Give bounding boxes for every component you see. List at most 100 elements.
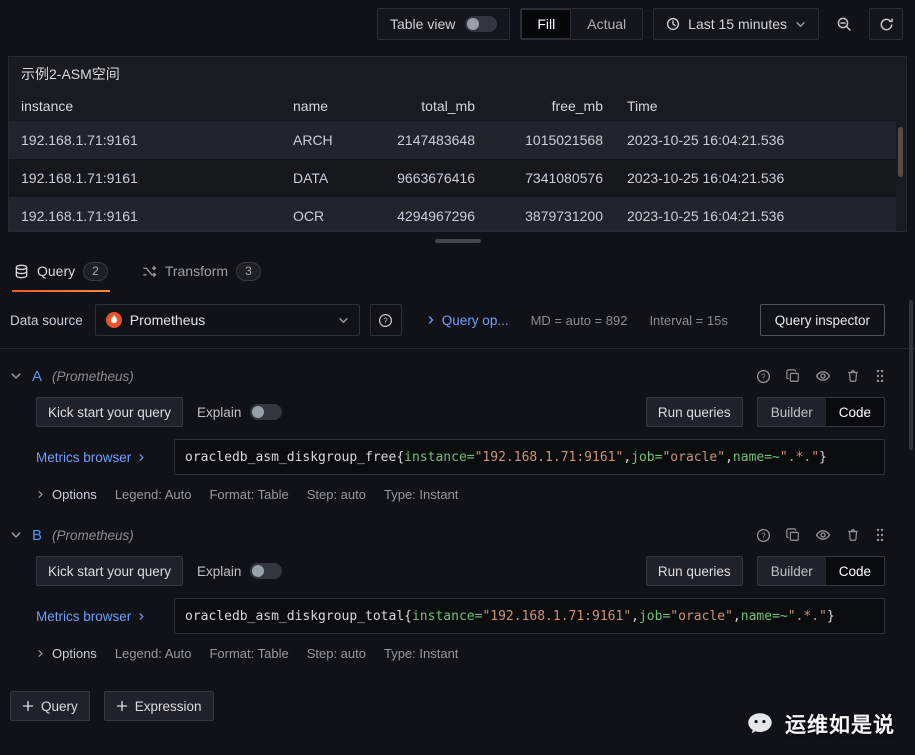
explain-toggle[interactable] (250, 563, 283, 579)
duplicate-icon[interactable] (786, 528, 800, 542)
tab-query[interactable]: Query 2 (12, 250, 110, 292)
metrics-browser-link[interactable]: Metrics browser (36, 450, 166, 465)
time-range-picker[interactable]: Last 15 minutes (653, 8, 819, 40)
col-header-free-mb[interactable]: free_mb (487, 91, 615, 121)
chevron-right-icon (36, 649, 45, 658)
format-summary: Format: Table (209, 487, 289, 502)
trash-icon[interactable] (846, 528, 860, 542)
eye-icon[interactable] (815, 368, 831, 384)
options-expander[interactable]: Options (36, 646, 97, 661)
token-op: = (654, 449, 663, 465)
token-string: "oracle" (662, 449, 726, 465)
options-expander[interactable]: Options (36, 487, 97, 502)
table-scrollbar[interactable] (898, 127, 903, 177)
cell-instance: 192.168.1.71:9161 (21, 208, 138, 224)
query-inspector-button[interactable]: Query inspector (759, 304, 885, 336)
drag-handle-icon[interactable] (875, 527, 885, 543)
explain-toggle[interactable] (250, 404, 283, 420)
question-circle-icon: ? (378, 313, 393, 328)
duplicate-icon[interactable] (786, 369, 800, 383)
run-queries-button[interactable]: Run queries (645, 397, 743, 427)
builder-code-switch: Builder Code (756, 556, 885, 586)
promql-input[interactable]: oracledb_asm_diskgroup_free{instance = "19… (174, 439, 885, 475)
explain-control: Explain (197, 563, 283, 579)
pane-resize-handle[interactable] (434, 239, 481, 243)
cell-name: DATA (293, 170, 329, 186)
table-view-group: Table view (376, 8, 511, 40)
table-header-row: instance name total_mb free_mb Time (9, 91, 896, 121)
tab-transform[interactable]: Transform 3 (140, 250, 263, 292)
token-op: = (466, 449, 475, 465)
code-option[interactable]: Code (825, 557, 884, 585)
kick-start-button[interactable]: Kick start your query (36, 556, 184, 586)
datasource-picker[interactable]: Prometheus (94, 304, 360, 336)
editor-scrollbar[interactable] (909, 300, 913, 450)
trash-icon[interactable] (846, 369, 860, 383)
kick-start-button[interactable]: Kick start your query (36, 397, 184, 427)
plus-icon (116, 700, 128, 712)
query-datasource-name: (Prometheus) (52, 368, 134, 384)
col-header-total-mb[interactable]: total_mb (359, 91, 487, 121)
collapse-chevron-icon[interactable] (10, 529, 22, 541)
token-label: name (732, 449, 765, 465)
builder-code-switch: Builder Code (756, 397, 885, 427)
builder-option[interactable]: Builder (757, 398, 826, 426)
query-ref-letter[interactable]: A (32, 368, 42, 385)
query-header: B (Prometheus) ? (10, 518, 885, 552)
token-string: "192.168.1.71:9161" (474, 449, 624, 465)
panel-title: 示例2-ASM空间 (21, 66, 120, 82)
plus-icon (22, 700, 34, 712)
tab-transform-label: Transform (164, 263, 229, 279)
table-panel: 示例2-ASM空间 instance name total_mb free_mb… (8, 56, 907, 232)
col-header-name[interactable]: name (281, 91, 359, 121)
query-header: A (Prometheus) ? (10, 359, 885, 393)
fill-option[interactable]: Fill (521, 9, 572, 39)
token-metric: oracledb_asm_diskgroup_free (185, 449, 397, 465)
datasource-name: Prometheus (129, 312, 206, 328)
drag-handle-icon[interactable] (875, 368, 885, 384)
table-view-toggle[interactable] (465, 16, 498, 32)
token-string: ".*." (787, 608, 827, 624)
options-label: Options (52, 646, 97, 661)
collapse-chevron-icon[interactable] (10, 370, 22, 382)
eye-icon[interactable] (815, 527, 831, 543)
max-datapoints-summary: MD = auto = 892 (530, 312, 628, 328)
cell-total-mb: 4294967296 (397, 208, 475, 224)
cell-instance: 192.168.1.71:9161 (21, 170, 138, 186)
actual-option[interactable]: Actual (571, 9, 642, 39)
datasource-help-button[interactable]: ? (369, 304, 402, 336)
shuffle-icon (142, 264, 157, 279)
add-query-button[interactable]: Query (10, 691, 90, 721)
top-toolbar: Table view Fill Actual Last 15 minutes (0, 0, 915, 48)
svg-text:?: ? (761, 531, 766, 540)
help-icon[interactable]: ? (756, 369, 771, 384)
query-options-expander[interactable]: Query op... (426, 313, 509, 328)
col-header-instance[interactable]: instance (9, 91, 281, 121)
size-mode-group: Fill Actual (520, 8, 644, 40)
table-view-label: Table view (389, 16, 456, 32)
add-expression-button[interactable]: Expression (103, 691, 214, 721)
code-option[interactable]: Code (825, 398, 884, 426)
query-ref-letter[interactable]: B (32, 527, 42, 544)
clock-icon (666, 17, 680, 31)
promql-input[interactable]: oracledb_asm_diskgroup_total{instance = "1… (174, 598, 885, 634)
refresh-icon (879, 17, 894, 32)
add-query-label: Query (41, 698, 78, 714)
token-comma: , (732, 608, 741, 624)
cell-free-mb: 3879731200 (525, 208, 603, 224)
help-icon[interactable]: ? (756, 528, 771, 543)
run-queries-button[interactable]: Run queries (645, 556, 743, 586)
query-datasource-name: (Prometheus) (52, 527, 134, 543)
tab-query-badge: 2 (83, 261, 108, 281)
token-label: instance (404, 449, 467, 465)
token-string: "192.168.1.71:9161" (482, 608, 632, 624)
col-header-time[interactable]: Time (615, 91, 896, 121)
refresh-button[interactable] (869, 8, 903, 40)
token-op: =~ (764, 449, 780, 465)
zoom-out-button[interactable] (829, 8, 859, 40)
metrics-browser-link[interactable]: Metrics browser (36, 609, 166, 624)
token-comma: , (725, 449, 733, 465)
builder-option[interactable]: Builder (757, 557, 826, 585)
step-summary: Step: auto (306, 487, 366, 502)
token-label: name (740, 608, 773, 624)
